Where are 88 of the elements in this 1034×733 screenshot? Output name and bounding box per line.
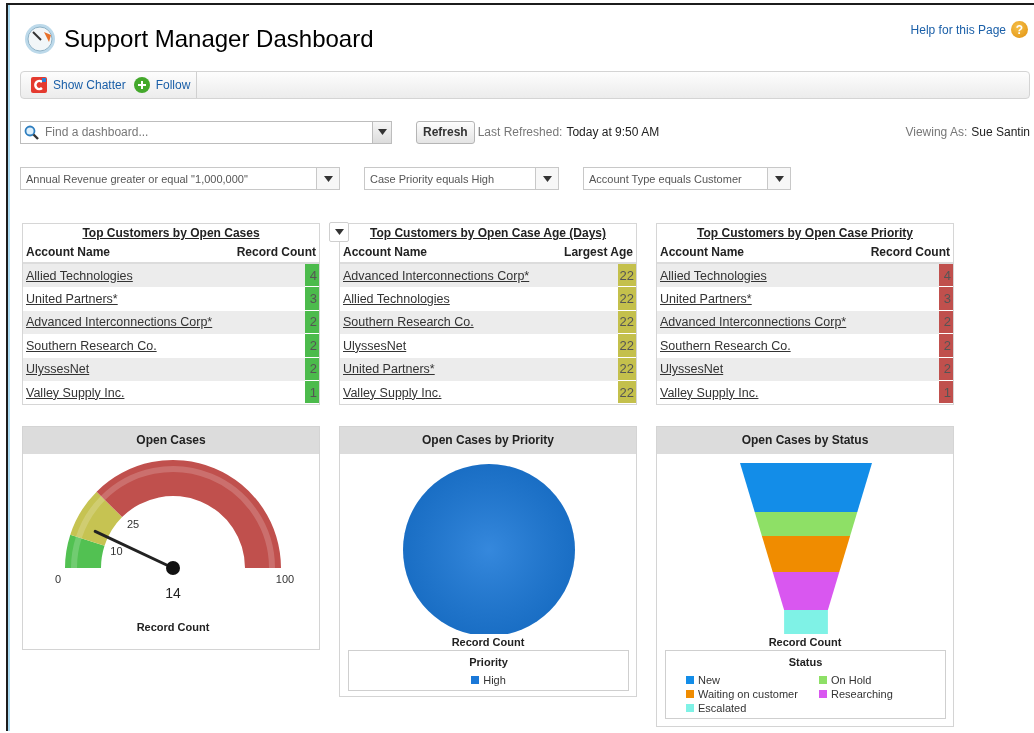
value-cell: 22	[617, 264, 636, 288]
account-link[interactable]: Southern Research Co.	[657, 338, 939, 353]
value-cell: 2	[939, 310, 953, 335]
value-cell: 2	[939, 334, 953, 358]
gauge-value: 14	[165, 585, 181, 602]
legend-title: Priority	[468, 656, 509, 669]
chart-axis-label: Record Count	[767, 636, 843, 649]
legend-label: New	[698, 674, 720, 687]
value-cell: 22	[617, 357, 636, 381]
account-link[interactable]: UlyssesNet	[340, 338, 618, 353]
filter-dropdown[interactable]: Annual Revenue greater or equal "1,000,000"	[20, 167, 340, 190]
last-refreshed-value: Today at 9:50 AM	[566, 125, 660, 139]
legend-label: Waiting on customer	[698, 688, 798, 701]
caret-icon	[323, 175, 333, 182]
table-title-link[interactable]: Top Customers by Open Case Age (Days)	[369, 224, 607, 242]
chatter-link[interactable]: Show Chatter	[31, 77, 126, 93]
max-label: 100	[275, 573, 295, 586]
refresh-button[interactable]: Refresh	[416, 120, 475, 144]
account-link[interactable]: United Partners*	[340, 362, 618, 377]
legend-label: Researching	[831, 688, 893, 701]
column-header: Account Name	[660, 244, 745, 261]
value-cell: 2	[939, 357, 953, 381]
value-cell: 4	[305, 264, 319, 288]
value-cell: 4	[939, 264, 953, 288]
account-link[interactable]: Allied Technologies	[23, 268, 305, 283]
table-title-link[interactable]: Top Customers by Open Cases	[82, 224, 260, 242]
value-cell: 3	[939, 287, 953, 311]
legend-label: Escalated	[698, 702, 747, 715]
chart-axis-label: Record Count	[450, 636, 526, 649]
menu-button[interactable]	[329, 222, 349, 242]
account-link[interactable]: Allied Technologies	[340, 292, 618, 307]
column-header: Record Count	[870, 244, 950, 261]
value-cell: 3	[305, 287, 319, 311]
gauge-icon	[24, 23, 56, 55]
legend-title: Status	[787, 656, 824, 669]
dropdown-button[interactable]	[372, 121, 391, 143]
account-link[interactable]: Southern Research Co.	[23, 338, 305, 353]
value-cell: 22	[617, 380, 636, 405]
viewing-as-value: Sue Santin	[971, 125, 1030, 139]
help-link[interactable]: Help for this Page	[910, 22, 1006, 37]
account-link[interactable]: Allied Technologies	[657, 268, 939, 283]
account-link[interactable]: Valley Supply Inc.	[23, 385, 305, 400]
account-link[interactable]: UlyssesNet	[23, 362, 305, 377]
filter-dropdown[interactable]: Account Type equals Customer	[583, 167, 791, 190]
min-label: 0	[54, 573, 62, 586]
search-icon	[24, 124, 39, 140]
app-logo-icon	[31, 77, 47, 93]
tick-label: 25	[126, 518, 140, 531]
column-header: Account Name	[26, 244, 111, 261]
account-link[interactable]: Advanced Interconnections Corp*	[657, 315, 939, 330]
filter-dropdown[interactable]: Case Priority equals High	[364, 167, 559, 190]
chart-header: Open Cases by Priority	[340, 427, 636, 455]
value-cell: 22	[617, 334, 636, 358]
last-refreshed-label: Last Refreshed:	[477, 125, 563, 139]
follow-link[interactable]: Follow	[133, 77, 191, 93]
column-header: Account Name	[343, 244, 428, 261]
gauge-axis-label: Record Count	[136, 621, 210, 634]
page-title: Support Manager Dashboard	[64, 25, 374, 53]
table-title-link[interactable]: Top Customers by Open Case Priority	[697, 224, 913, 242]
account-link[interactable]: Valley Supply Inc.	[340, 385, 618, 400]
value-cell: 2	[305, 334, 319, 358]
legend-label: High	[483, 674, 506, 687]
chart-header: Open Cases	[23, 427, 319, 455]
value-cell: 22	[617, 310, 636, 335]
value-cell: 2	[305, 310, 319, 335]
value-cell: 2	[305, 357, 319, 381]
search-field[interactable]: Find a dashboard...	[20, 120, 392, 144]
tick-label: 10	[110, 545, 123, 558]
column-header: Largest Age	[564, 244, 633, 261]
caret-icon	[334, 229, 344, 235]
plus-icon	[133, 77, 150, 93]
caret-icon	[774, 175, 784, 182]
account-link[interactable]: United Partners*	[657, 292, 939, 307]
column-header: Record Count	[236, 244, 316, 261]
caret-icon	[542, 175, 552, 182]
value-cell: 1	[305, 380, 319, 405]
account-link[interactable]: Advanced Interconnections Corp*	[23, 315, 305, 330]
viewing-as-label: Viewing As:	[905, 125, 968, 139]
value-cell: 1	[939, 380, 953, 405]
value-cell: 22	[617, 287, 636, 311]
account-link[interactable]: Southern Research Co.	[340, 315, 618, 330]
account-link[interactable]: United Partners*	[23, 292, 305, 307]
chart-header: Open Cases by Status	[657, 427, 953, 455]
account-link[interactable]: Valley Supply Inc.	[657, 385, 939, 400]
account-link[interactable]: UlyssesNet	[657, 362, 939, 377]
legend-label: On Hold	[831, 674, 872, 687]
account-link[interactable]: Advanced Interconnections Corp*	[340, 268, 618, 283]
caret-icon	[377, 129, 387, 135]
